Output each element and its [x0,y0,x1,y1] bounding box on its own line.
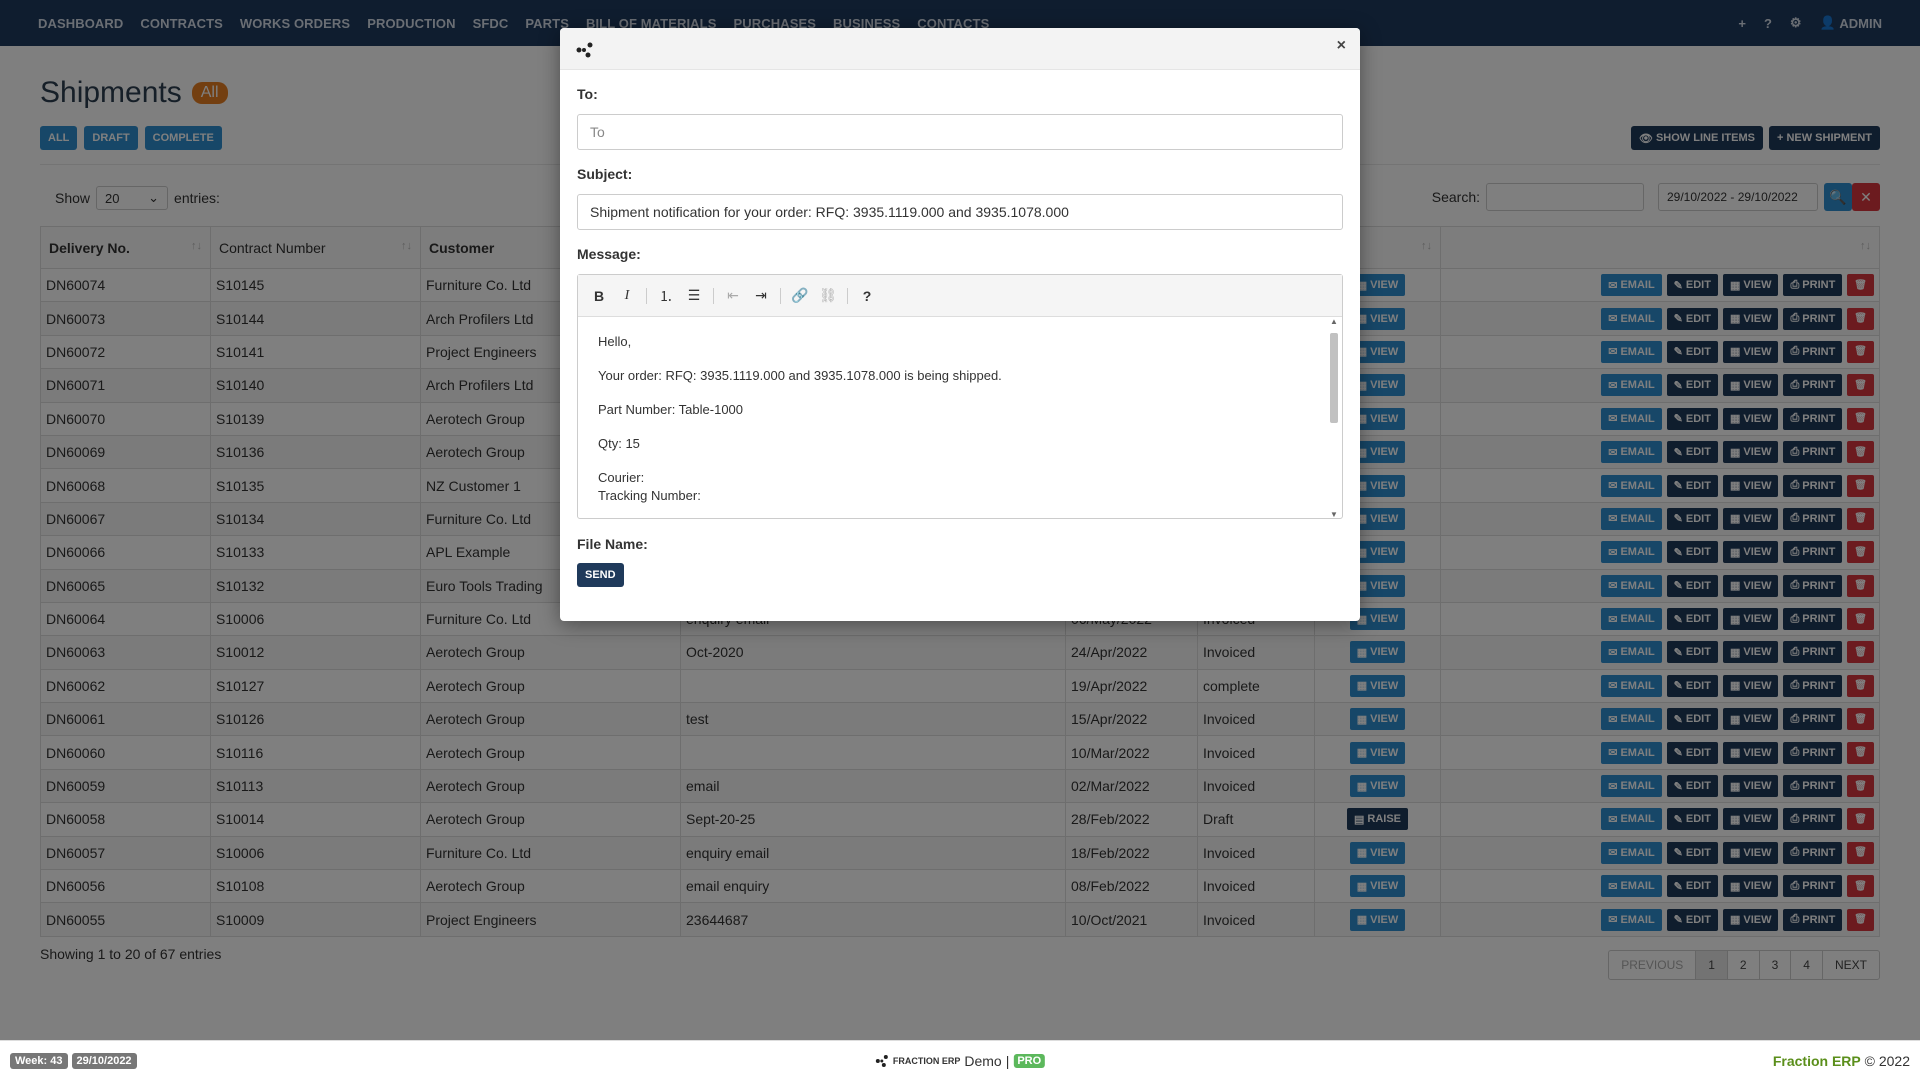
message-greeting: Hello, [598,334,632,349]
scroll-down-icon[interactable]: ▼ [1330,510,1338,519]
subject-label: Subject: [577,166,633,182]
message-line: Tracking Number: [598,488,701,503]
footer: Week: 43 29/10/2022 FRACTION ERP Demo | … [0,1040,1920,1080]
file-name-label: File Name: [577,536,648,552]
fraction-logo-icon [576,42,593,58]
toolbar-separator [713,287,714,304]
footer-brand-small: FRACTION ERP [892,1055,961,1066]
bold-icon[interactable]: B [590,287,608,305]
toolbar-separator [780,287,781,304]
send-button[interactable]: SEND [577,563,624,587]
toolbar-separator [847,287,848,304]
editor-body[interactable]: Hello, Your order: RFQ: 3935.1119.000 an… [578,318,1342,518]
footer-copyright: Fraction ERP © 2022 [1773,1053,1910,1069]
link-icon[interactable]: 🔗 [791,287,809,305]
message-line: Qty: 15 [598,436,640,451]
pro-badge: PRO [1013,1053,1046,1068]
unlink-icon[interactable]: ⛓ [819,287,837,305]
email-modal: × To: To Subject: Shipment notification … [560,28,1360,621]
copyright-year: © 2022 [1864,1052,1910,1069]
indent-icon[interactable]: ⇥ [752,287,770,305]
subject-input[interactable]: Shipment notification for your order: RF… [577,194,1343,230]
footer-brand-sep: | [1005,1052,1010,1069]
to-input[interactable]: To [577,114,1343,150]
footer-brand: FRACTION ERP Demo | PRO [875,1052,1046,1069]
editor-scrollbar[interactable]: ▲ ▼ [1328,317,1340,519]
unordered-list-icon[interactable]: ☰ [685,287,703,305]
message-editor: B I ⒈ ☰ ⇤ ⇥ 🔗 ⛓ ? Hello, Your order: RFQ… [577,274,1343,519]
copyright-brand[interactable]: Fraction ERP [1773,1053,1861,1069]
editor-toolbar: B I ⒈ ☰ ⇤ ⇥ 🔗 ⛓ ? [578,275,1342,317]
ordered-list-icon[interactable]: ⒈ [657,287,675,305]
message-line: Part Number: Table-1000 [598,402,744,417]
message-label: Message: [577,246,641,262]
date-badge: 29/10/2022 [71,1052,137,1069]
italic-icon[interactable]: I [618,287,636,305]
outdent-icon[interactable]: ⇤ [724,287,742,305]
week-badge: Week: 43 [10,1052,68,1069]
modal-header: × [560,28,1360,70]
toolbar-separator [646,287,647,304]
fraction-logo-icon [875,1054,888,1067]
message-line: Your order: RFQ: 3935.1119.000 and 3935.… [598,368,1002,383]
scroll-thumb[interactable] [1330,333,1338,423]
help-icon[interactable]: ? [858,287,876,305]
footer-brand-demo: Demo [964,1052,1002,1069]
scroll-up-icon[interactable]: ▲ [1330,317,1338,326]
message-line: Courier: [598,470,645,485]
to-label: To: [577,86,598,102]
modal-close-button[interactable]: × [1337,37,1346,55]
